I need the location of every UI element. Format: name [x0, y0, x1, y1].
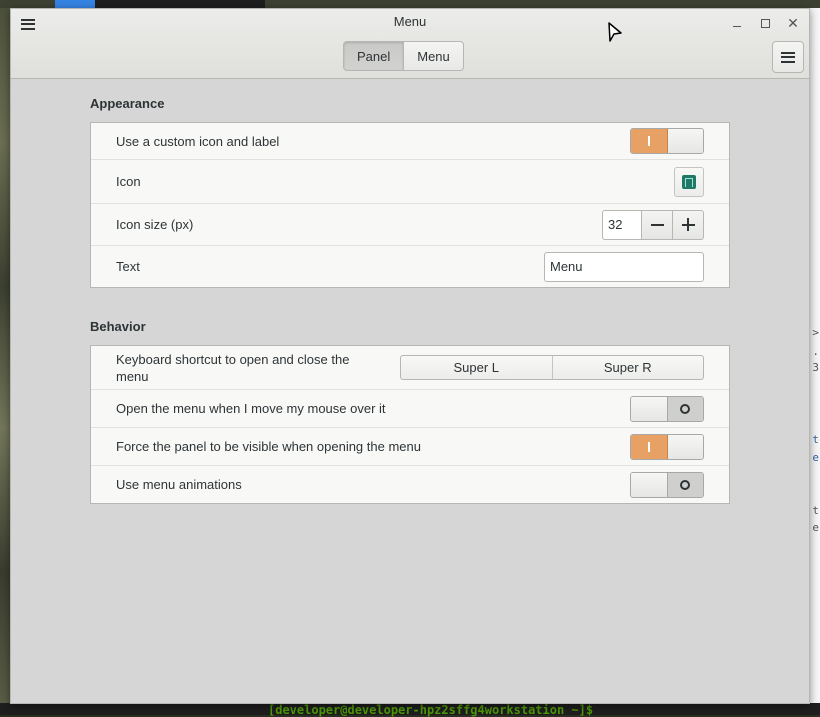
force-panel-switch[interactable] — [630, 433, 704, 460]
switch-off-icon — [680, 479, 691, 490]
decrement-button[interactable] — [642, 209, 673, 240]
menu-settings-window: Menu ✕ Panel Menu Appearance Use a custo… — [10, 8, 810, 704]
header-bar: Menu ✕ Panel Menu — [11, 9, 809, 79]
menu-app-icon — [682, 174, 696, 189]
force-panel-row: Force the panel to be visible when openi… — [91, 428, 729, 466]
window-title: Menu — [393, 14, 427, 29]
close-button[interactable]: ✕ — [785, 15, 801, 31]
shortcut-selector: Super L Super R — [400, 355, 704, 380]
behavior-heading: Behavior — [90, 319, 146, 334]
behavior-list: Keyboard shortcut to open and close the … — [90, 345, 730, 504]
primary-menu-button[interactable] — [772, 41, 804, 73]
appearance-list: Use a custom icon and label Icon Icon si… — [90, 122, 730, 288]
stack-switcher: Panel Menu — [343, 41, 464, 71]
maximize-button[interactable] — [757, 15, 773, 31]
background-window-edge — [95, 0, 265, 8]
minimize-icon — [733, 25, 741, 27]
minus-icon — [650, 223, 664, 226]
icon-label: Icon — [116, 174, 141, 189]
super-r-button[interactable]: Super R — [551, 356, 704, 379]
icon-chooser-button[interactable] — [674, 166, 704, 197]
hamburger-icon — [781, 51, 795, 63]
icon-size-row: Icon size (px) 32 — [91, 204, 729, 246]
custom-icon-label: Use a custom icon and label — [116, 133, 280, 149]
hover-switch[interactable] — [630, 395, 704, 422]
plus-icon — [681, 218, 695, 231]
icon-row: Icon — [91, 160, 729, 204]
text-label: Text — [116, 259, 140, 274]
animations-label: Use menu animations — [116, 477, 242, 492]
increment-button[interactable] — [673, 209, 704, 240]
tab-menu[interactable]: Menu — [404, 41, 464, 71]
minimize-button[interactable] — [729, 15, 745, 31]
shortcut-row: Keyboard shortcut to open and close the … — [91, 346, 729, 390]
appearance-heading: Appearance — [90, 96, 165, 111]
close-icon: ✕ — [787, 14, 799, 31]
super-l-button[interactable]: Super L — [401, 356, 552, 379]
text-input[interactable]: Menu — [544, 251, 704, 282]
hover-label: Open the menu when I move my mouse over … — [116, 401, 386, 416]
force-panel-label: Force the panel to be visible when openi… — [116, 439, 421, 454]
text-row: Text Menu — [91, 246, 729, 287]
icon-size-label: Icon size (px) — [116, 217, 194, 232]
icon-size-spinbutton: 32 — [602, 209, 704, 240]
custom-icon-row: Use a custom icon and label — [91, 123, 729, 160]
animations-row: Use menu animations — [91, 466, 729, 503]
switch-on-icon — [647, 441, 650, 452]
switch-off-icon — [680, 403, 691, 414]
icon-size-input[interactable]: 32 — [602, 209, 642, 240]
terminal-window: [developer@developer-hpz2sffg4workstatio… — [0, 703, 820, 717]
switch-on-icon — [647, 136, 650, 146]
animations-switch[interactable] — [630, 471, 704, 498]
tab-panel[interactable]: Panel — [343, 41, 405, 71]
background-window-edge — [55, 0, 95, 8]
shortcut-label: Keyboard shortcut to open and close the … — [116, 351, 350, 384]
hover-row: Open the menu when I move my mouse over … — [91, 390, 729, 428]
mouse-pointer-icon — [608, 22, 622, 42]
maximize-icon — [760, 18, 770, 28]
custom-icon-switch[interactable] — [630, 128, 704, 154]
